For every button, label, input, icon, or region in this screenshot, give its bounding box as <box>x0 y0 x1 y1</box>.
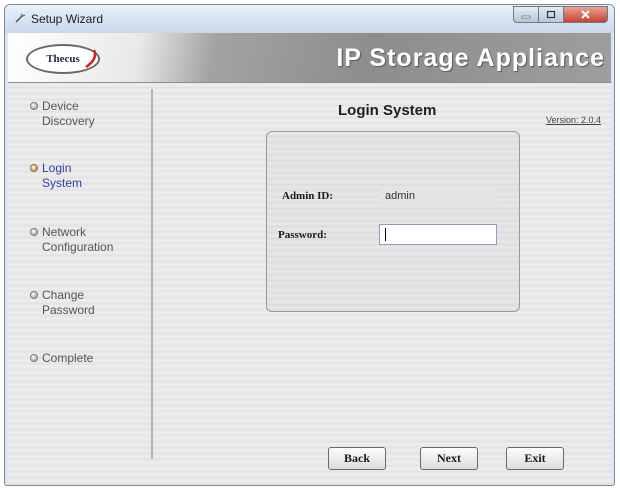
step-label-line2: System <box>42 176 83 190</box>
brand-logo: Thecus <box>26 44 100 74</box>
minimize-icon <box>521 15 531 18</box>
step-bullet-icon <box>30 228 38 236</box>
step-login-system: Login System <box>30 161 83 191</box>
step-label-line1: Network <box>42 225 87 239</box>
step-label-line1: Device <box>42 99 79 113</box>
text-caret <box>385 228 386 241</box>
admin-id-label: Admin ID: <box>282 190 334 202</box>
step-label-line1: Complete <box>42 351 94 365</box>
close-icon <box>581 10 590 19</box>
step-label-line1: Login <box>42 161 72 175</box>
header-banner: Thecus IP Storage Appliance <box>8 33 611 83</box>
title-bar[interactable]: Setup Wizard <box>5 5 614 33</box>
maximize-icon <box>546 10 556 18</box>
window-controls <box>513 6 608 24</box>
sidebar-divider <box>151 89 153 459</box>
step-label-line1: Change <box>42 288 85 302</box>
step-label-line2: Password <box>42 303 95 317</box>
step-device-discovery: Device Discovery <box>30 99 95 129</box>
page-title: Login System <box>338 102 437 119</box>
close-button[interactable] <box>564 6 608 23</box>
window-title: Setup Wizard <box>31 12 104 26</box>
exit-button[interactable]: Exit <box>506 447 564 470</box>
setup-wizard-window: Setup Wizard Thecus IP Storage Appliance <box>4 4 615 486</box>
admin-id-value: admin <box>379 186 497 206</box>
login-form: Admin ID: admin Password: <box>266 131 520 312</box>
step-bullet-icon <box>30 164 38 172</box>
step-bullet-icon <box>30 291 38 299</box>
step-label-line2: Configuration <box>42 240 114 254</box>
password-input[interactable] <box>379 224 497 245</box>
step-bullet-icon <box>30 354 38 362</box>
logo-swoosh-icon <box>85 49 97 69</box>
maximize-button[interactable] <box>539 6 564 23</box>
password-label: Password: <box>278 229 327 241</box>
next-button[interactable]: Next <box>420 447 478 470</box>
product-title: IP Storage Appliance <box>336 44 605 72</box>
minimize-button[interactable] <box>513 6 539 23</box>
step-network-configuration: Network Configuration <box>30 225 114 255</box>
back-button[interactable]: Back <box>328 447 386 470</box>
wizard-app-icon <box>15 13 26 23</box>
step-change-password: Change Password <box>30 288 95 318</box>
logo-text: Thecus <box>46 53 80 65</box>
step-bullet-icon <box>30 102 38 110</box>
wizard-content: Device Discovery Login System Network Co… <box>8 83 611 484</box>
version-label: Version: 2.0.4 <box>545 115 601 125</box>
step-complete: Complete <box>30 351 94 366</box>
step-label-line2: Discovery <box>42 114 95 128</box>
